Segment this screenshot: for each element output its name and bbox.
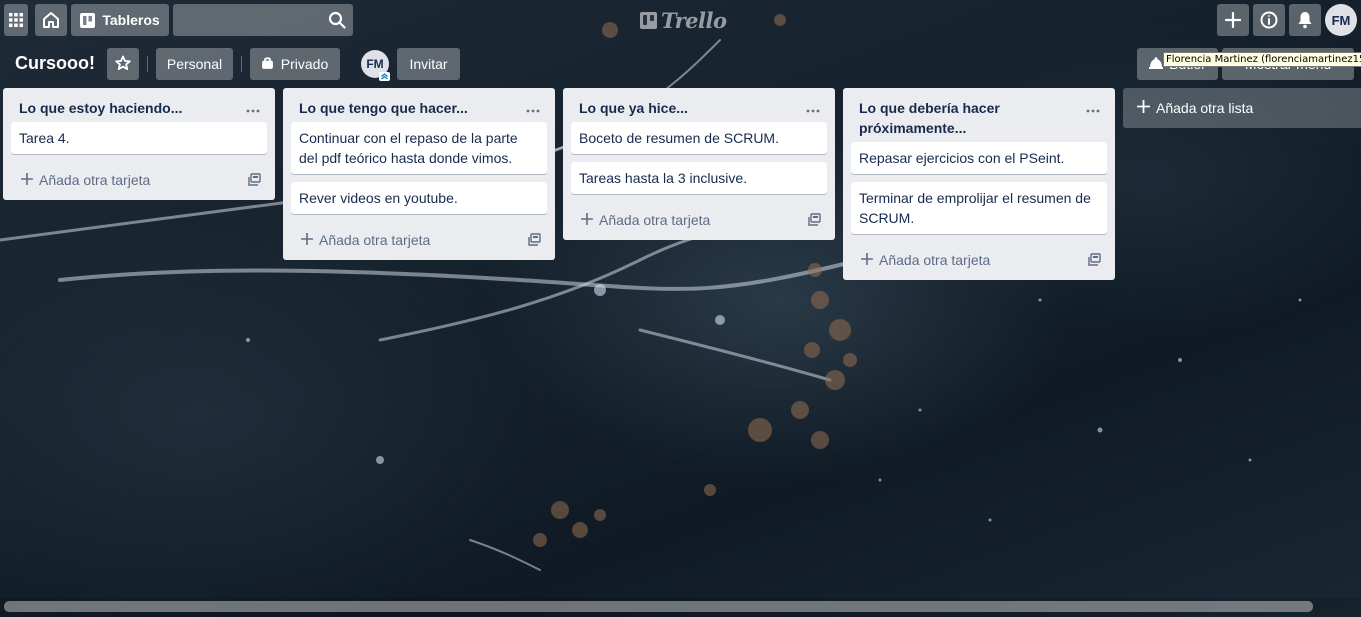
plus-icon	[580, 212, 594, 228]
add-card-button[interactable]: Añada otra tarjeta	[11, 162, 267, 198]
divider	[241, 56, 242, 72]
board-header: Cursooo! Personal Privado FM Invitar But…	[0, 48, 1361, 81]
card-list: Tarea 4.	[3, 122, 275, 154]
list-header[interactable]: Lo que estoy haciendo...	[3, 88, 275, 122]
card[interactable]: Tareas hasta la 3 inclusive.	[571, 162, 827, 194]
list-menu-button[interactable]	[801, 96, 825, 120]
list-title[interactable]: Lo que estoy haciendo...	[19, 98, 235, 118]
add-card-label: Añada otra tarjeta	[879, 252, 991, 268]
search-box[interactable]	[173, 4, 353, 36]
boards-label: Tableros	[102, 12, 160, 28]
card[interactable]: Rever videos en youtube.	[291, 182, 547, 214]
home-button[interactable]	[35, 4, 67, 36]
logo-text: Trello	[661, 7, 727, 33]
list[interactable]: Lo que tengo que hacer... Continuar con …	[283, 88, 555, 260]
trello-logo[interactable]: Trello	[640, 7, 727, 33]
list-header[interactable]: Lo que tengo que hacer...	[283, 88, 555, 122]
bell-icon	[1297, 11, 1313, 29]
home-icon	[42, 11, 60, 29]
card-list: Boceto de resumen de SCRUM. Tareas hasta…	[563, 122, 835, 194]
ellipsis-icon	[806, 100, 820, 116]
info-button[interactable]	[1253, 4, 1285, 36]
add-card-button[interactable]: Añada otra tarjeta	[851, 242, 1107, 278]
template-icon[interactable]	[248, 173, 261, 189]
search-input[interactable]	[173, 4, 353, 36]
card-list: Continuar con el repaso de la parte del …	[283, 122, 555, 214]
add-list-label: Añada otra lista	[1156, 100, 1254, 116]
add-card-label: Añada otra tarjeta	[319, 232, 431, 248]
star-icon	[115, 55, 131, 74]
ellipsis-icon	[1086, 100, 1100, 116]
horizontal-scrollbar[interactable]	[0, 598, 1361, 617]
team-button[interactable]: Personal	[156, 48, 233, 80]
info-icon	[1260, 11, 1278, 29]
grid-icon	[9, 13, 23, 27]
visibility-label: Privado	[280, 56, 329, 72]
notifications-button[interactable]	[1289, 4, 1321, 36]
trello-logo-icon	[640, 11, 657, 29]
avatar-tooltip: Florencia Martinez (florenciamartinez15)	[1163, 52, 1361, 67]
top-header: Tableros Trello FM	[0, 0, 1361, 40]
star-button[interactable]	[107, 48, 139, 80]
plus-icon	[20, 172, 34, 188]
list-header[interactable]: Lo que ya hice...	[563, 88, 835, 122]
add-card-button[interactable]: Añada otra tarjeta	[291, 222, 547, 258]
add-list-button[interactable]: Añada otra lista	[1123, 88, 1361, 128]
list-menu-button[interactable]	[521, 96, 545, 120]
card[interactable]: Continuar con el repaso de la parte del …	[291, 122, 547, 174]
card[interactable]: Repasar ejercicios con el PSeint.	[851, 142, 1107, 174]
team-label: Personal	[166, 56, 223, 72]
list-title[interactable]: Lo que tengo que hacer...	[299, 98, 515, 118]
add-card-label: Añada otra tarjeta	[599, 212, 711, 228]
lock-icon	[261, 56, 273, 72]
scrollbar-thumb[interactable]	[4, 601, 1313, 612]
member-initials: FM	[366, 57, 384, 71]
template-icon[interactable]	[1088, 253, 1101, 269]
divider	[147, 56, 148, 72]
template-icon[interactable]	[808, 213, 821, 229]
visibility-button[interactable]: Privado	[250, 48, 340, 80]
boards-button[interactable]: Tableros	[71, 4, 169, 36]
list-header[interactable]: Lo que debería hacer próximamente...	[843, 88, 1115, 142]
list[interactable]: Lo que ya hice... Boceto de resumen de S…	[563, 88, 835, 240]
list[interactable]: Lo que debería hacer próximamente... Rep…	[843, 88, 1115, 280]
card[interactable]: Tarea 4.	[11, 122, 267, 154]
card[interactable]: Boceto de resumen de SCRUM.	[571, 122, 827, 154]
plus-icon	[300, 232, 314, 248]
plus-icon	[1225, 12, 1241, 28]
board-title[interactable]: Cursooo!	[15, 53, 95, 74]
member-avatar[interactable]: FM	[1325, 4, 1357, 36]
apps-button[interactable]	[4, 4, 28, 36]
invite-button[interactable]: Invitar	[397, 48, 460, 80]
list-title[interactable]: Lo que ya hice...	[579, 98, 795, 118]
admin-badge-icon	[379, 70, 390, 81]
board-member-avatar[interactable]: FM	[361, 50, 390, 81]
add-card-button[interactable]: Añada otra tarjeta	[571, 202, 827, 238]
ellipsis-icon	[526, 100, 540, 116]
avatar-initials: FM	[1331, 12, 1351, 28]
boards-icon	[80, 12, 96, 28]
list-menu-button[interactable]	[241, 96, 265, 120]
plus-icon	[860, 252, 874, 268]
plus-icon	[1136, 99, 1151, 116]
list-title[interactable]: Lo que debería hacer próximamente...	[859, 98, 1075, 138]
card-list: Repasar ejercicios con el PSeint. Termin…	[843, 142, 1115, 234]
template-icon[interactable]	[528, 233, 541, 249]
ellipsis-icon	[246, 100, 260, 116]
add-card-label: Añada otra tarjeta	[39, 172, 151, 188]
butler-icon	[1149, 56, 1164, 72]
card[interactable]: Terminar de emprolijar el resumen de SCR…	[851, 182, 1107, 234]
list[interactable]: Lo que estoy haciendo... Tarea 4. Añada …	[3, 88, 275, 200]
invite-label: Invitar	[409, 56, 448, 72]
search-icon[interactable]	[328, 11, 346, 32]
list-menu-button[interactable]	[1081, 96, 1105, 120]
create-button[interactable]	[1217, 4, 1249, 36]
